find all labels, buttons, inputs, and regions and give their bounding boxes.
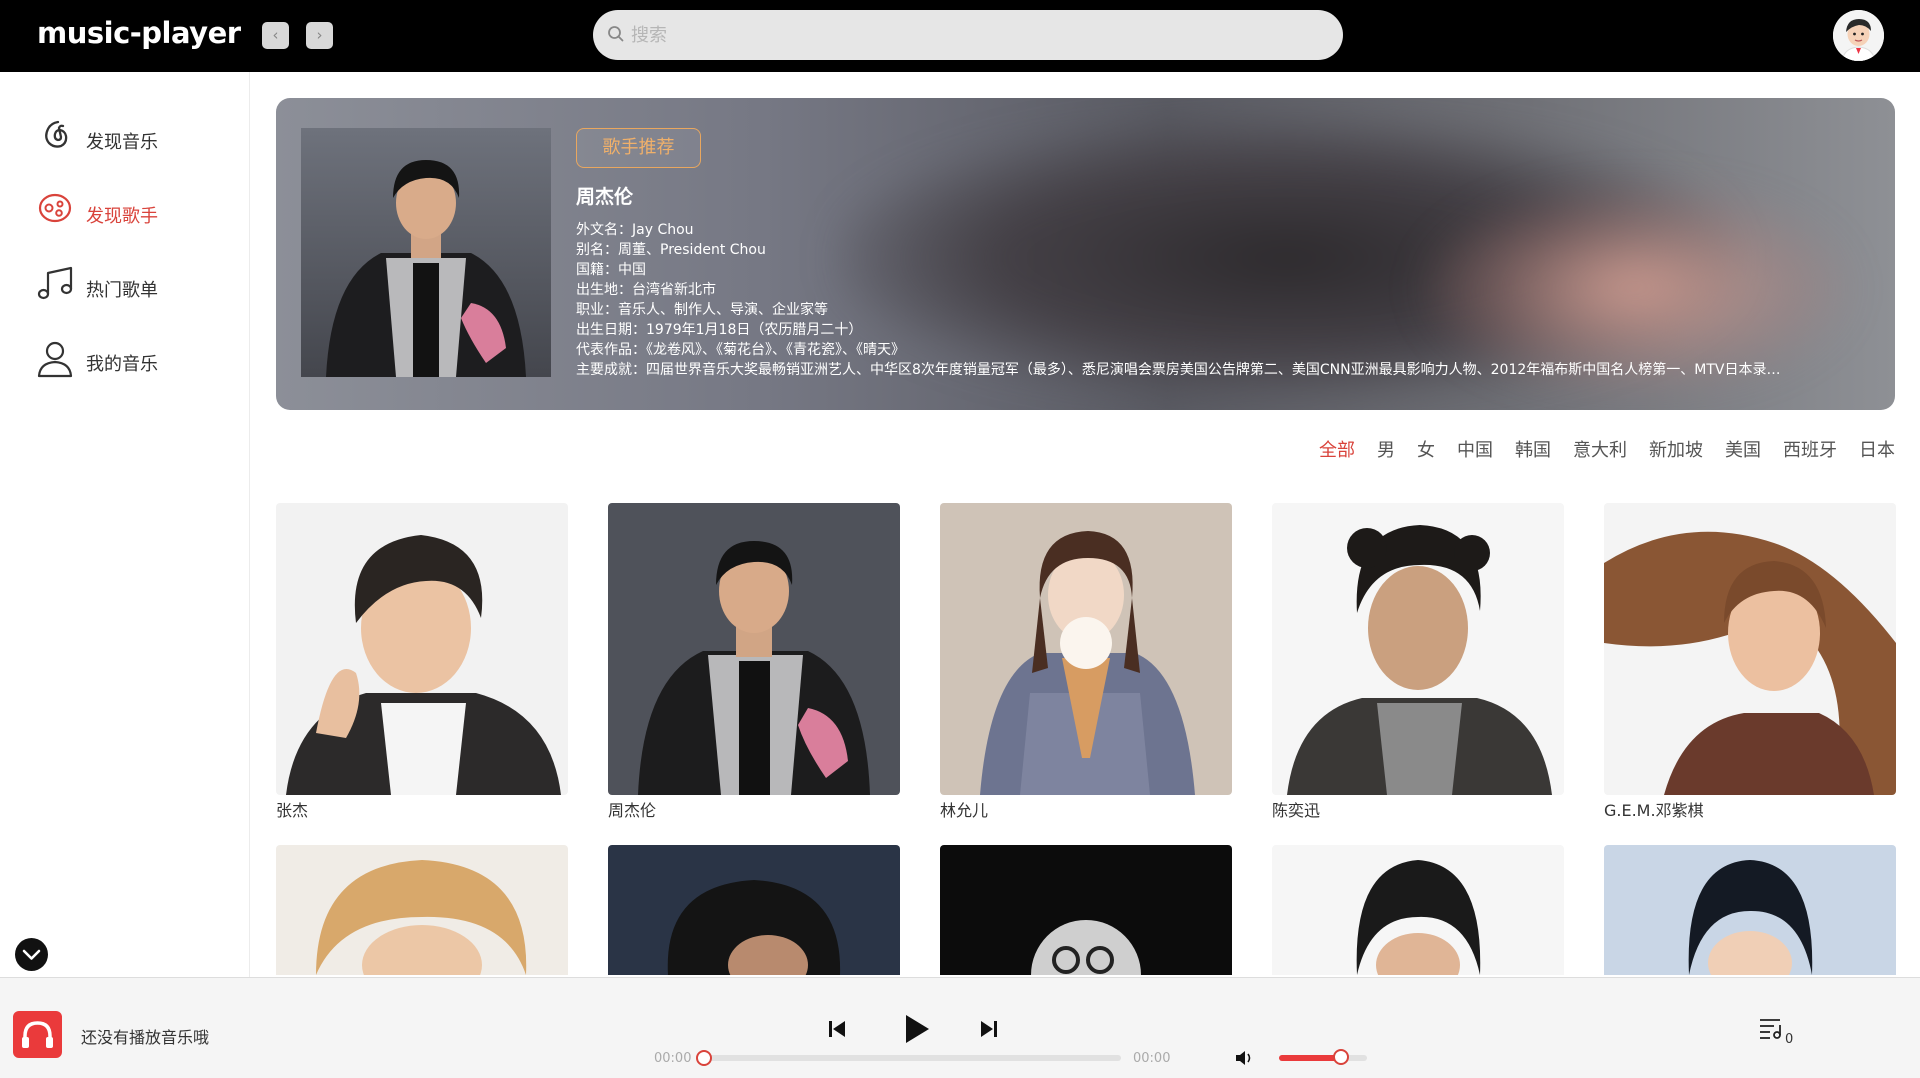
filter-korea[interactable]: 韩国 xyxy=(1515,436,1551,462)
play-icon[interactable] xyxy=(902,1013,932,1045)
artist-name: 周杰伦 xyxy=(608,801,657,820)
info-alias: 别名：周董、President Chou xyxy=(576,242,766,258)
chevron-right-icon: › xyxy=(316,26,323,44)
info-achievements: 主要成就：四届世界音乐大奖最畅销亚洲艺人、中华区8次年度销量冠军（最多）、悉尼演… xyxy=(576,362,1781,378)
filter-usa[interactable]: 美国 xyxy=(1725,436,1761,462)
artist-photo xyxy=(608,503,900,795)
info-foreign-name: 外文名：Jay Chou xyxy=(576,222,694,238)
sidebar-item-label: 发现音乐 xyxy=(86,132,158,153)
filter-spain[interactable]: 西班牙 xyxy=(1783,436,1837,462)
current-time: 00:00 xyxy=(654,1051,692,1066)
artist-filter-bar: 全部 男 女 中国 韩国 意大利 新加坡 美国 西班牙 日本 xyxy=(1319,436,1895,462)
filter-female[interactable]: 女 xyxy=(1417,436,1435,462)
sidebar-item-hot-playlists[interactable]: 热门歌单 xyxy=(36,264,236,308)
artist-card[interactable] xyxy=(940,845,1232,975)
vinyl-icon xyxy=(38,193,72,223)
artist-card[interactable]: 陈奕迅 xyxy=(1272,503,1564,821)
artist-card[interactable]: 张杰 xyxy=(276,503,568,821)
artist-card[interactable]: 林允儿 xyxy=(940,503,1232,821)
info-works: 代表作品：《龙卷风》、《菊花台》、《青花瓷》、《晴天》 xyxy=(576,342,905,358)
progress-handle[interactable] xyxy=(696,1050,712,1066)
artist-card[interactable]: G.E.M.邓紫棋 xyxy=(1604,503,1896,821)
playlist-count: 0 xyxy=(1785,1032,1794,1047)
artist-name: 张杰 xyxy=(276,801,309,820)
netease-logo-icon xyxy=(45,120,68,148)
collapse-player-button[interactable] xyxy=(15,938,48,971)
next-track-icon[interactable] xyxy=(978,1018,1000,1040)
info-birthplace: 出生地：台湾省新北市 xyxy=(576,282,716,298)
filter-italy[interactable]: 意大利 xyxy=(1573,436,1627,462)
featured-artist-banner: 歌手推荐 周杰伦 外文名：Jay Chou 别名：周董、President Ch… xyxy=(276,98,1895,410)
artist-card[interactable] xyxy=(608,845,900,975)
search-box xyxy=(593,10,1343,60)
artist-photo xyxy=(276,503,568,795)
playlist-icon[interactable] xyxy=(1758,1016,1786,1040)
artist-recommend-tag[interactable]: 歌手推荐 xyxy=(576,128,701,168)
artist-photo xyxy=(1272,845,1564,975)
artist-photo xyxy=(276,845,568,975)
info-birthdate: 出生日期：1979年1月18日（农历腊月二十） xyxy=(576,322,863,338)
sidebar-item-discover-music[interactable]: 发现音乐 xyxy=(36,116,236,160)
artist-portrait xyxy=(301,128,551,377)
headphones-icon xyxy=(22,1021,53,1048)
artist-card[interactable]: 周杰伦 xyxy=(608,503,900,821)
now-playing-status: 还没有播放音乐哦 xyxy=(81,1028,210,1047)
artist-card[interactable] xyxy=(276,845,568,975)
artist-name: 陈奕迅 xyxy=(1272,801,1321,820)
music-note-icon xyxy=(37,266,73,300)
filter-all[interactable]: 全部 xyxy=(1319,436,1355,462)
filter-male[interactable]: 男 xyxy=(1377,436,1395,462)
sidebar: 发现音乐 发现歌手 热门歌单 我的音乐 xyxy=(0,72,250,977)
sidebar-item-label: 热门歌单 xyxy=(86,280,158,301)
sidebar-item-my-music[interactable]: 我的音乐 xyxy=(36,338,236,382)
back-button[interactable]: ‹ xyxy=(262,22,289,49)
featured-artist-name: 周杰伦 xyxy=(576,186,634,208)
featured-artist-photo[interactable] xyxy=(301,128,551,377)
filter-singapore[interactable]: 新加坡 xyxy=(1649,436,1703,462)
forward-button[interactable]: › xyxy=(306,22,333,49)
app-logo: music-player xyxy=(37,16,241,50)
artist-photo xyxy=(940,503,1232,795)
artist-name: 林允儿 xyxy=(940,801,989,820)
search-icon xyxy=(608,26,624,42)
info-occupation: 职业：音乐人、制作人、导演、企业家等 xyxy=(576,302,828,318)
volume-level xyxy=(1279,1055,1341,1061)
sidebar-item-discover-artists[interactable]: 发现歌手 xyxy=(36,190,236,234)
chevron-left-icon: ‹ xyxy=(272,26,279,44)
user-avatar[interactable] xyxy=(1833,10,1884,61)
filter-china[interactable]: 中国 xyxy=(1457,436,1493,462)
previous-track-icon[interactable] xyxy=(826,1018,848,1040)
chevron-down-icon xyxy=(22,949,41,960)
sidebar-item-label: 我的音乐 xyxy=(86,354,158,375)
sidebar-item-label: 发现歌手 xyxy=(86,206,158,227)
user-icon xyxy=(37,341,73,378)
artist-card[interactable] xyxy=(1272,845,1564,975)
artist-info: 外文名：Jay Chou 别名：周董、President Chou 国籍：中国 … xyxy=(576,220,1866,380)
top-bar: music-player ‹ › xyxy=(0,0,1920,72)
progress-bar[interactable] xyxy=(701,1055,1121,1061)
artist-photo xyxy=(608,845,900,975)
artist-card[interactable] xyxy=(1604,845,1896,975)
artist-photo xyxy=(1604,503,1896,795)
filter-japan[interactable]: 日本 xyxy=(1859,436,1895,462)
now-playing-cover[interactable] xyxy=(13,1011,62,1058)
artist-photo xyxy=(1272,503,1564,795)
artist-name: G.E.M.邓紫棋 xyxy=(1604,801,1704,820)
artist-photo xyxy=(1604,845,1896,975)
artist-photo xyxy=(940,845,1232,975)
search-input[interactable] xyxy=(631,10,1321,60)
player-bar: 还没有播放音乐哦 00:00 00:00 0 xyxy=(0,977,1920,1078)
volume-icon[interactable] xyxy=(1234,1049,1254,1067)
total-time: 00:00 xyxy=(1133,1051,1171,1066)
avatar-illustration xyxy=(1833,10,1884,61)
volume-handle[interactable] xyxy=(1332,1049,1349,1065)
info-nationality: 国籍：中国 xyxy=(576,262,646,278)
